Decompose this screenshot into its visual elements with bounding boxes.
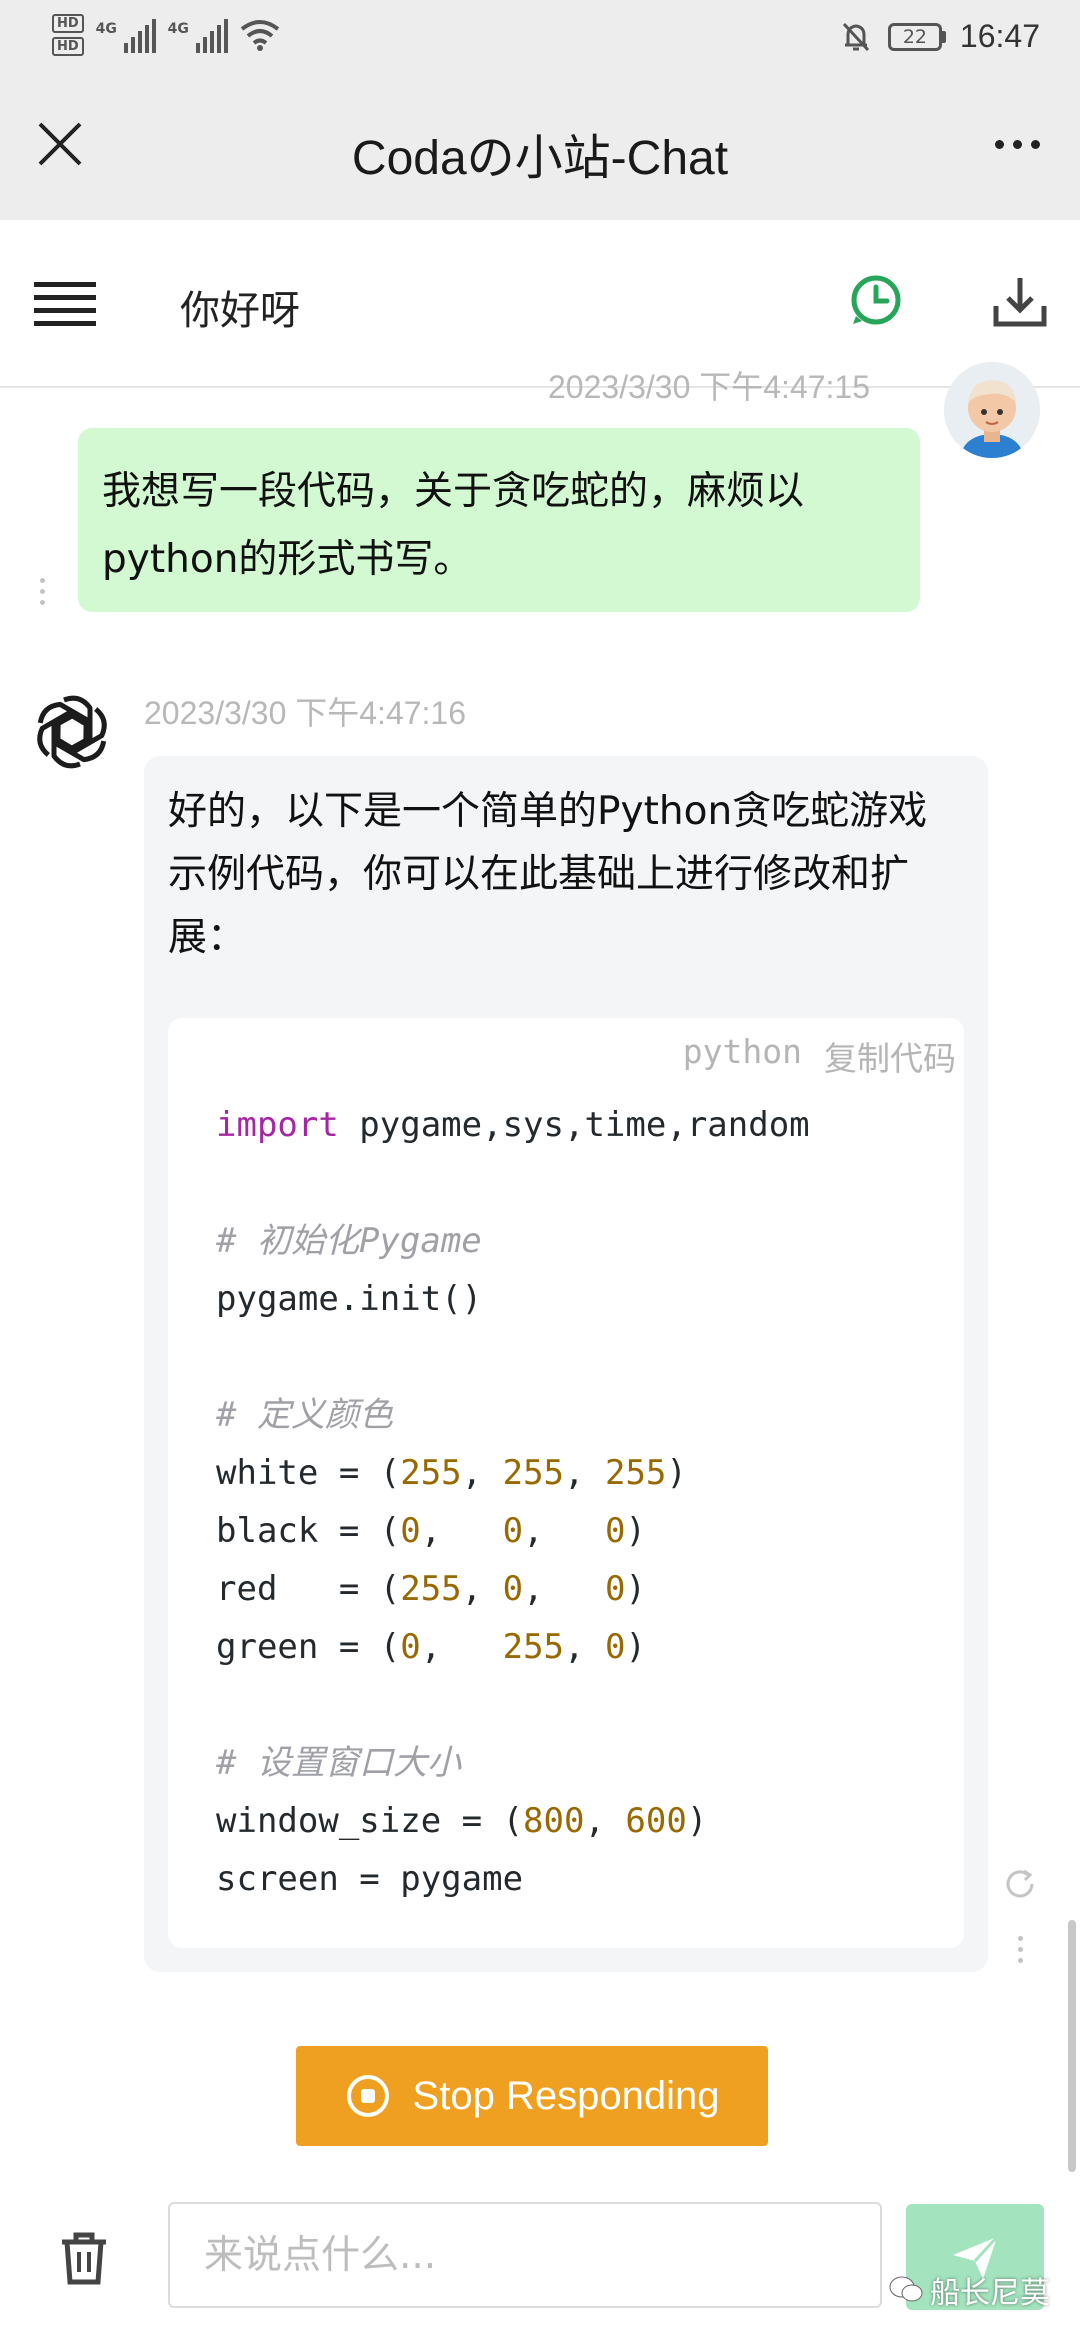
hd-badge: HD xyxy=(52,37,84,56)
code-line: pygame.init() xyxy=(216,1279,483,1319)
wifi-icon xyxy=(240,20,279,51)
cell-signal-icon: 4G xyxy=(96,17,156,53)
code-line: ​ xyxy=(216,1154,810,1212)
hd-badges: HD HD xyxy=(52,14,84,56)
code-line: ​ xyxy=(216,1676,810,1734)
code-line: ​ xyxy=(216,1328,810,1386)
assistant-avatar-icon xyxy=(37,695,107,769)
hd-badge: HD xyxy=(52,14,84,33)
code-header: python 复制代码 xyxy=(683,1032,956,1080)
assistant-message-bubble: 好的，以下是一个简单的Python贪吃蛇游戏示例代码，你可以在此基础上进行修改和… xyxy=(144,756,988,1972)
message-timestamp: 2023/3/30 下午4:47:16 xyxy=(144,695,467,731)
code-line: black = (0, 0, 0) xyxy=(216,1511,646,1551)
title-bar: Codaの小站-Chat xyxy=(0,74,1080,220)
user-message-bubble: 我想写一段代码，关于贪吃蛇的，麻烦以python的形式书写。 xyxy=(78,428,920,612)
chat-name: 你好呀 xyxy=(180,288,300,334)
code-line: screen = pygame xyxy=(216,1859,524,1899)
code-line: # 初始化Pygame xyxy=(216,1221,482,1261)
message-input[interactable] xyxy=(168,2202,882,2308)
user-avatar xyxy=(944,362,1040,458)
wechat-icon xyxy=(889,2276,923,2302)
watermark: 船长尼莫 xyxy=(888,2268,1050,2312)
history-icon[interactable] xyxy=(848,272,904,328)
stop-responding-button[interactable]: Stop Responding xyxy=(296,2046,768,2146)
message-options-icon[interactable] xyxy=(1018,1936,1028,1963)
code-line: import pygame,sys,time,random xyxy=(216,1105,810,1145)
close-button[interactable] xyxy=(30,114,90,174)
code-content: import pygame,sys,time,random ​ # 初始化Pygam… xyxy=(216,1096,810,1908)
menu-button[interactable] xyxy=(34,274,96,334)
scrollbar[interactable] xyxy=(1068,1920,1076,2172)
message-timestamp: 2023/3/30 下午4:47:15 xyxy=(548,369,871,405)
more-icon xyxy=(994,139,1004,149)
network-type: 4G xyxy=(95,21,117,37)
mute-bell-icon xyxy=(842,22,870,51)
network-type: 4G xyxy=(167,21,189,37)
close-icon xyxy=(38,122,82,166)
regenerate-icon[interactable] xyxy=(1002,1866,1038,1902)
status-right: 22 16:47 xyxy=(838,18,1040,55)
code-line: window_size = (800, 600) xyxy=(216,1801,708,1841)
stop-responding-label: Stop Responding xyxy=(412,2073,720,2118)
code-line: # 定义颜色 xyxy=(216,1395,393,1435)
download-icon[interactable] xyxy=(990,272,1050,332)
stop-icon xyxy=(346,2075,389,2117)
battery-level: 22 xyxy=(887,22,942,51)
code-line: red = (255, 0, 0) xyxy=(216,1569,646,1609)
copy-code-button[interactable]: 复制代码 xyxy=(824,1032,956,1080)
cell-signal-icon: 4G xyxy=(168,17,228,53)
more-button[interactable] xyxy=(984,114,1050,174)
code-line: green = (0, 255, 0) xyxy=(216,1627,646,1667)
watermark-text: 船长尼莫 xyxy=(930,2276,1050,2311)
menu-icon xyxy=(34,282,96,287)
trash-icon[interactable] xyxy=(54,2228,114,2288)
message-options-icon[interactable] xyxy=(40,578,50,605)
app-title: Codaの小站-Chat xyxy=(351,132,729,185)
code-block: python 复制代码 import pygame,sys,time,rando… xyxy=(168,1018,964,1948)
code-line: # 设置窗口大小 xyxy=(216,1743,461,1783)
clock: 16:47 xyxy=(959,18,1040,54)
code-line: white = (255, 255, 255) xyxy=(216,1453,687,1493)
chat-header: 你好呀 xyxy=(0,220,1080,388)
battery-icon: 22 xyxy=(887,22,946,51)
status-bar: HD HD 4G 4G 22 16:47 xyxy=(0,0,1080,74)
assistant-message-text: 好的，以下是一个简单的Python贪吃蛇游戏示例代码，你可以在此基础上进行修改和… xyxy=(168,789,928,960)
status-left: HD HD 4G 4G xyxy=(52,14,280,56)
code-language: python xyxy=(682,1032,802,1071)
